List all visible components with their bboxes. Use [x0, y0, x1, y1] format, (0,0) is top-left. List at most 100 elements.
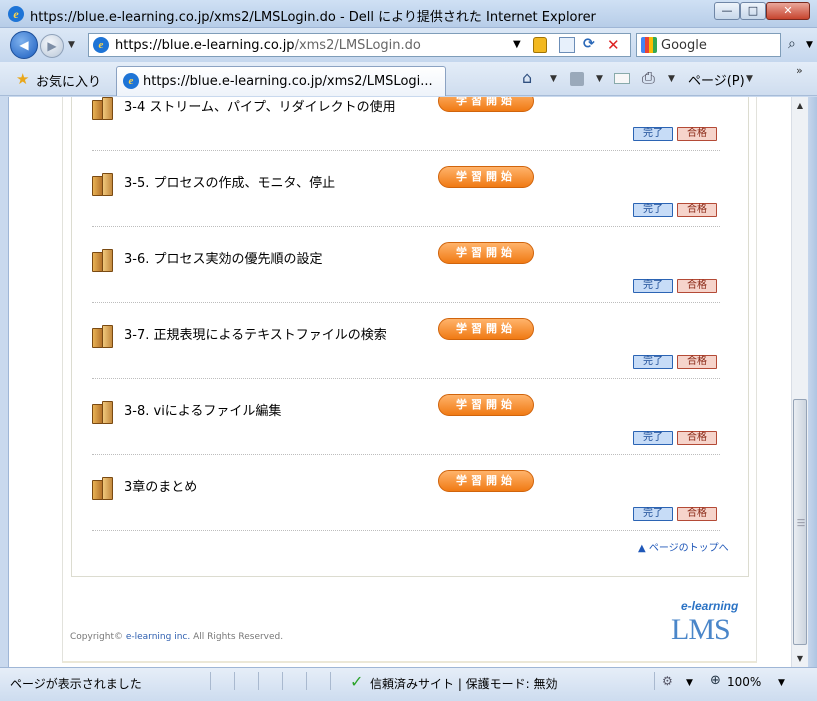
window-frame — [808, 97, 817, 667]
lesson-item: 3-5. プロセスの作成、モニタ、停止 学習開始 完了 合格 — [92, 151, 720, 227]
book-icon — [92, 324, 116, 348]
forward-arrow-icon[interactable]: ▶ — [40, 34, 64, 58]
scroll-up-arrow-icon[interactable]: ▲ — [792, 97, 808, 114]
status-divider — [234, 672, 235, 690]
home-dropdown[interactable]: ▼ — [550, 74, 557, 84]
compatibility-view-icon[interactable] — [559, 37, 575, 53]
recent-pages-dropdown[interactable]: ▼ — [68, 40, 75, 50]
ie-logo-icon: e — [8, 6, 24, 22]
window-title: https://blue.e-learning.co.jp/xms2/LMSLo… — [30, 10, 596, 25]
lesson-item: 3-4 ストリーム、パイプ、リダイレクトの使用 学習開始 完了 合格 — [92, 97, 720, 151]
address-path: /xms2/LMSLogin.do — [294, 38, 421, 53]
book-icon — [92, 400, 116, 424]
refresh-icon[interactable]: ⟳ — [583, 36, 595, 52]
zone-settings-icon[interactable]: ⚙ — [662, 674, 673, 688]
pass-badge: 合格 — [677, 203, 717, 217]
google-icon — [641, 37, 657, 53]
logo-lms-text: LMS — [671, 613, 731, 646]
lock-icon[interactable] — [533, 37, 547, 53]
lms-logo: e-learning LMS — [671, 595, 749, 657]
complete-badge: 完了 — [633, 127, 673, 141]
vertical-scrollbar[interactable]: ▲ — — — ▼ — [791, 97, 808, 667]
favorites-button[interactable]: お気に入り — [36, 71, 101, 90]
lesson-title: 3-8. viによるファイル編集 — [124, 404, 282, 419]
page-top-link[interactable]: ▲ ページのトップへ — [638, 539, 729, 554]
page-viewport: 3-4 ストリーム、パイプ、リダイレクトの使用 学習開始 完了 合格 3-5. … — [8, 97, 791, 667]
pass-badge: 合格 — [677, 279, 717, 293]
address-bar[interactable]: e https://blue.e-learning.co.jp/xms2/LMS… — [88, 33, 631, 57]
address-url[interactable]: https://blue.e-learning.co.jp/xms2/LMSLo… — [115, 38, 421, 53]
status-divider — [210, 672, 211, 690]
scroll-down-arrow-icon[interactable]: ▼ — [792, 650, 808, 667]
complete-badge: 完了 — [633, 355, 673, 369]
checkmark-icon: ✓ — [350, 672, 364, 691]
magnifier-icon[interactable]: ⌕ — [788, 36, 796, 52]
start-learning-button[interactable]: 学習開始 — [438, 97, 534, 112]
pass-badge: 合格 — [677, 355, 717, 369]
status-divider — [258, 672, 259, 690]
zone-dropdown[interactable]: ▼ — [686, 678, 693, 688]
pass-badge: 合格 — [677, 127, 717, 141]
search-input[interactable]: Google — [636, 33, 781, 57]
zoom-icon[interactable]: ⊕ — [710, 673, 721, 688]
complete-badge: 完了 — [633, 431, 673, 445]
lesson-title: 3-5. プロセスの作成、モニタ、停止 — [124, 176, 336, 191]
search-options-dropdown[interactable]: ▼ — [806, 40, 813, 50]
zoom-dropdown[interactable]: ▼ — [778, 678, 785, 688]
zoom-level[interactable]: 100% — [727, 675, 761, 689]
lesson-list: 3-4 ストリーム、パイプ、リダイレクトの使用 学習開始 完了 合格 3-5. … — [71, 97, 749, 577]
pass-badge: 合格 — [677, 431, 717, 445]
start-learning-button[interactable]: 学習開始 — [438, 394, 534, 416]
pass-badge: 合格 — [677, 507, 717, 521]
status-divider — [654, 672, 655, 690]
mail-icon[interactable] — [614, 73, 630, 84]
lesson-item: 3-8. viによるファイル編集 学習開始 完了 合格 — [92, 379, 720, 455]
status-divider — [330, 672, 331, 690]
book-icon — [92, 248, 116, 272]
more-commands-icon[interactable]: » — [796, 64, 803, 77]
star-icon[interactable]: ★ — [16, 70, 29, 88]
copyright-suffix: All Rights Reserved. — [190, 632, 284, 642]
security-zone[interactable]: 信頼済みサイト | 保護モード: 無効 — [370, 675, 558, 692]
title-bar: e https://blue.e-learning.co.jp/xms2/LMS… — [0, 0, 817, 28]
lesson-title: 3-4 ストリーム、パイプ、リダイレクトの使用 — [124, 100, 396, 115]
complete-badge: 完了 — [633, 203, 673, 217]
start-learning-button[interactable]: 学習開始 — [438, 242, 534, 264]
favorites-bar: ★ お気に入り e https://blue.e-learning.co.jp/… — [0, 62, 817, 96]
back-arrow-icon[interactable]: ◀ — [10, 31, 38, 59]
print-icon[interactable]: ⎙ — [642, 68, 655, 88]
book-icon — [92, 97, 116, 120]
home-icon[interactable]: ⌂ — [522, 68, 532, 87]
book-icon — [92, 476, 116, 500]
close-button[interactable]: ✕ — [766, 2, 810, 20]
scroll-thumb[interactable]: — — — — [793, 399, 807, 645]
start-learning-button[interactable]: 学習開始 — [438, 318, 534, 340]
maximize-button[interactable]: □ — [740, 2, 766, 20]
navigation-bar: ◀ ▶ ▼ e https://blue.e-learning.co.jp/xm… — [0, 28, 817, 62]
lesson-item: 3章のまとめ 学習開始 完了 合格 — [92, 455, 720, 531]
minimize-button[interactable]: — — [714, 2, 740, 20]
status-divider — [306, 672, 307, 690]
complete-badge: 完了 — [633, 279, 673, 293]
tab-current[interactable]: e https://blue.e-learning.co.jp/xms2/LMS… — [116, 66, 446, 96]
start-learning-button[interactable]: 学習開始 — [438, 166, 534, 188]
address-host: https://blue.e-learning.co.jp — [115, 38, 295, 53]
address-dropdown[interactable]: ▼ — [513, 39, 521, 50]
stop-icon[interactable]: ✕ — [607, 36, 620, 54]
grip-icon: — — — — [797, 515, 805, 530]
page-icon: e — [123, 73, 139, 89]
feed-dropdown[interactable]: ▼ — [596, 74, 603, 84]
copyright: Copyright© e-learning inc. All Rights Re… — [70, 632, 283, 642]
print-dropdown[interactable]: ▼ — [668, 74, 675, 84]
feed-icon[interactable] — [570, 72, 584, 86]
tab-label: https://blue.e-learning.co.jp/xms2/LMSLo… — [143, 74, 433, 89]
lesson-item: 3-7. 正規表現によるテキストファイルの検索 学習開始 完了 合格 — [92, 303, 720, 379]
lesson-title: 3-7. 正規表現によるテキストファイルの検索 — [124, 328, 387, 343]
logo-elearning-text: e-learning — [681, 599, 739, 613]
page-panel: 3-4 ストリーム、パイプ、リダイレクトの使用 学習開始 完了 合格 3-5. … — [62, 97, 757, 663]
page-menu-dropdown[interactable]: ▼ — [746, 74, 753, 84]
lesson-title: 3章のまとめ — [124, 480, 198, 495]
start-learning-button[interactable]: 学習開始 — [438, 470, 534, 492]
page-menu-button[interactable]: ページ(P) — [688, 70, 745, 89]
status-message: ページが表示されました — [10, 677, 142, 691]
